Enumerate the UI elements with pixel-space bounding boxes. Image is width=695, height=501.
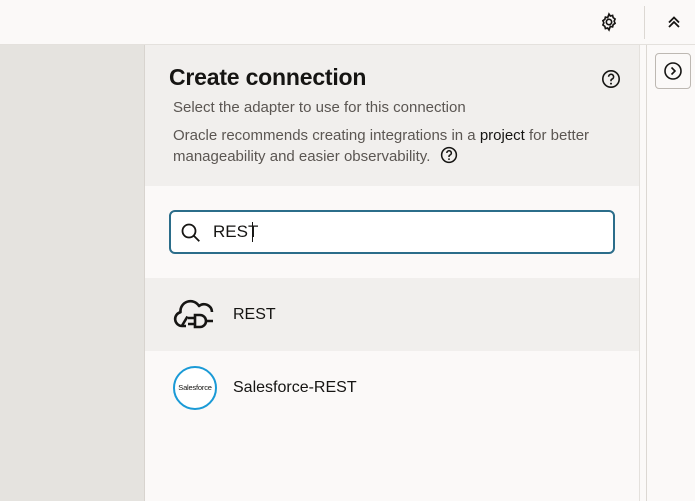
search-icon: [181, 223, 200, 242]
salesforce-logo: Salesforce: [173, 365, 217, 410]
background-canvas: [0, 45, 144, 501]
help-button[interactable]: [601, 69, 621, 89]
expand-panel-button[interactable]: [655, 53, 691, 89]
drawer-header: Create connection Select the adapter to …: [145, 45, 639, 186]
right-rail: [647, 45, 695, 501]
adapter-result-salesforce-rest[interactable]: Salesforce Salesforce-REST: [145, 351, 639, 424]
adapter-result-label: Salesforce-REST: [233, 378, 357, 396]
rest-plug-cloud-icon: [173, 299, 214, 328]
create-connection-drawer: Create connection Select the adapter to …: [144, 45, 639, 501]
help-icon: [441, 146, 458, 164]
project-link[interactable]: project: [480, 127, 525, 144]
text-caret: [252, 222, 253, 242]
rest-adapter-logo: [172, 292, 218, 338]
collapse-header-button[interactable]: [663, 11, 685, 33]
adapter-search-box[interactable]: [169, 210, 615, 254]
salesforce-logo-text: Salesforce: [178, 383, 212, 392]
chevron-right-circle-icon: [664, 62, 682, 80]
recommend-text-prefix: Oracle recommends creating integrations …: [173, 127, 480, 144]
gear-icon: [601, 12, 617, 32]
header-divider: [644, 6, 645, 39]
project-recommendation: Oracle recommends creating integrations …: [173, 126, 613, 167]
chevrons-up-icon: [668, 16, 680, 28]
adapter-result-label: REST: [233, 305, 276, 323]
recommend-help-button[interactable]: [440, 146, 458, 164]
drawer-subtitle: Select the adapter to use for this conne…: [173, 99, 466, 116]
top-header-bar: [0, 0, 695, 45]
adapter-result-rest[interactable]: REST: [145, 278, 639, 351]
search-input[interactable]: [213, 220, 593, 244]
salesforce-adapter-logo: Salesforce: [172, 365, 218, 411]
help-icon: [602, 70, 620, 88]
settings-button[interactable]: [598, 11, 620, 33]
drawer-scrollbar[interactable]: [639, 45, 647, 501]
page-title: Create connection: [169, 64, 367, 90]
